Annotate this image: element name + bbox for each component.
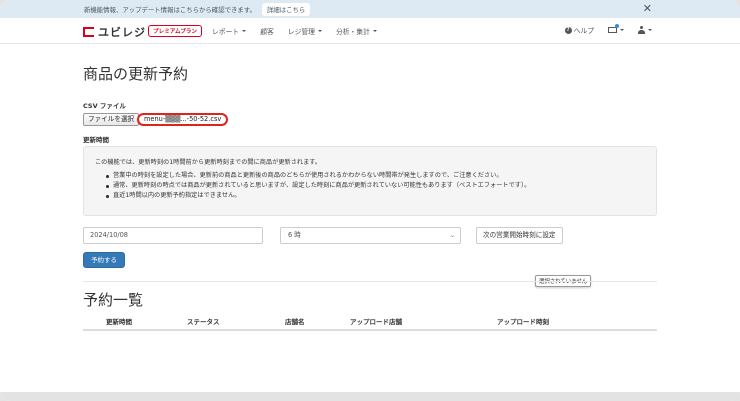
page-title: 商品の更新予約: [83, 65, 189, 83]
caret-down-icon: [620, 29, 624, 31]
column-header-store-name: 店舗名: [285, 318, 305, 326]
reservations-title: 予約一覧: [83, 291, 144, 309]
premium-plan-badge: プレミアムプラン: [148, 25, 203, 37]
divider: [83, 281, 657, 282]
notice-details-link[interactable]: 詳細はこちら: [261, 2, 311, 16]
caret-down-icon: [372, 30, 377, 32]
choose-file-button[interactable]: ファイルを選択: [83, 113, 140, 126]
menu-item-label: レポート: [212, 28, 240, 36]
set-next-open-time-button[interactable]: 次の営業開始時刻に設定: [476, 227, 563, 244]
menu-item-report[interactable]: レポート: [212, 26, 247, 36]
help-menu[interactable]: ? ヘルプ: [564, 25, 594, 35]
column-header-update-time: 更新時間: [106, 318, 132, 326]
update-time-label: 更新時間: [83, 136, 109, 144]
notice-text: 新機能情報、アップデート情報はこちらから確認できます。: [84, 5, 256, 14]
notification-dot: [615, 24, 619, 28]
app-window: 新機能情報、アップデート情報はこちらから確認できます。 詳細はこちら ✕ ユビレ…: [0, 0, 740, 401]
date-input[interactable]: 2024/10/08: [83, 227, 263, 244]
column-header-status: ステータス: [187, 318, 220, 326]
selected-file-name: menu-▒▒▒...-50-52.csv: [137, 113, 229, 126]
notice-bar: 新機能情報、アップデート情報はこちらから確認できます。 詳細はこちら ✕: [0, 0, 740, 18]
menu-item-label: 顧客: [260, 28, 274, 36]
info-main-text: この機能では、更新時刻の1時間前から更新時刻までの間に商品が更新されます。: [95, 159, 322, 166]
list-item: 直近1時間以内の更新予約指定はできません。: [106, 191, 530, 201]
list-item: 営業中の時刻を設定した場合、更新前の商品と更新後の商品のどちらが使用されるかわか…: [106, 171, 530, 181]
info-box: この機能では、更新時刻の1時間前から更新時刻までの間に商品が更新されます。 営業…: [83, 146, 657, 216]
close-icon[interactable]: ✕: [643, 2, 652, 16]
top-nav: ユビレジ プレミアムプラン レポート 顧客 レジ管理 分析・集計 ? ヘルプ: [0, 18, 740, 44]
notifications-menu[interactable]: [608, 24, 624, 33]
logo-mark-icon: [83, 26, 95, 38]
mail-icon: [608, 24, 619, 33]
menu-item-label: レジ管理: [287, 28, 315, 36]
user-icon: [638, 26, 645, 34]
menu-item-customers[interactable]: 顧客: [260, 26, 274, 36]
column-header-upload-store: アップロード店舗: [350, 318, 402, 326]
user-menu[interactable]: [638, 26, 652, 34]
chevron-down-icon: ⌄: [449, 232, 455, 239]
info-list: 営業中の時刻を設定した場合、更新前の商品と更新後の商品のどちらが使用されるかわか…: [106, 171, 530, 201]
caret-down-icon: [242, 30, 247, 32]
main-menu: レポート 顧客 レジ管理 分析・集計: [212, 26, 391, 36]
right-tools: ? ヘルプ: [551, 24, 652, 35]
menu-item-register-management[interactable]: レジ管理: [288, 26, 322, 36]
help-label: ヘルプ: [573, 27, 594, 35]
menu-item-label: 分析・集計: [335, 28, 370, 36]
column-header-upload-time: アップロード時刻: [497, 318, 549, 326]
logo-text: ユビレジ: [98, 26, 146, 39]
table-header-divider: [83, 329, 657, 331]
reserve-button[interactable]: 予約する: [83, 252, 125, 268]
hour-select-value: 6 時: [288, 231, 301, 239]
window-bottom-edge: [0, 392, 740, 401]
hour-select[interactable]: 6 時 ⌄: [280, 227, 461, 244]
logo[interactable]: ユビレジ: [83, 24, 146, 40]
caret-down-icon: [648, 29, 652, 31]
help-icon: ?: [564, 26, 572, 34]
caret-down-icon: [317, 30, 322, 32]
csv-file-label: CSV ファイル: [83, 102, 126, 110]
menu-item-analytics[interactable]: 分析・集計: [336, 26, 377, 36]
list-item: 通常、更新時刻の時点では商品が更新されていると思いますが、設定した時刻に商品が更…: [106, 181, 530, 191]
